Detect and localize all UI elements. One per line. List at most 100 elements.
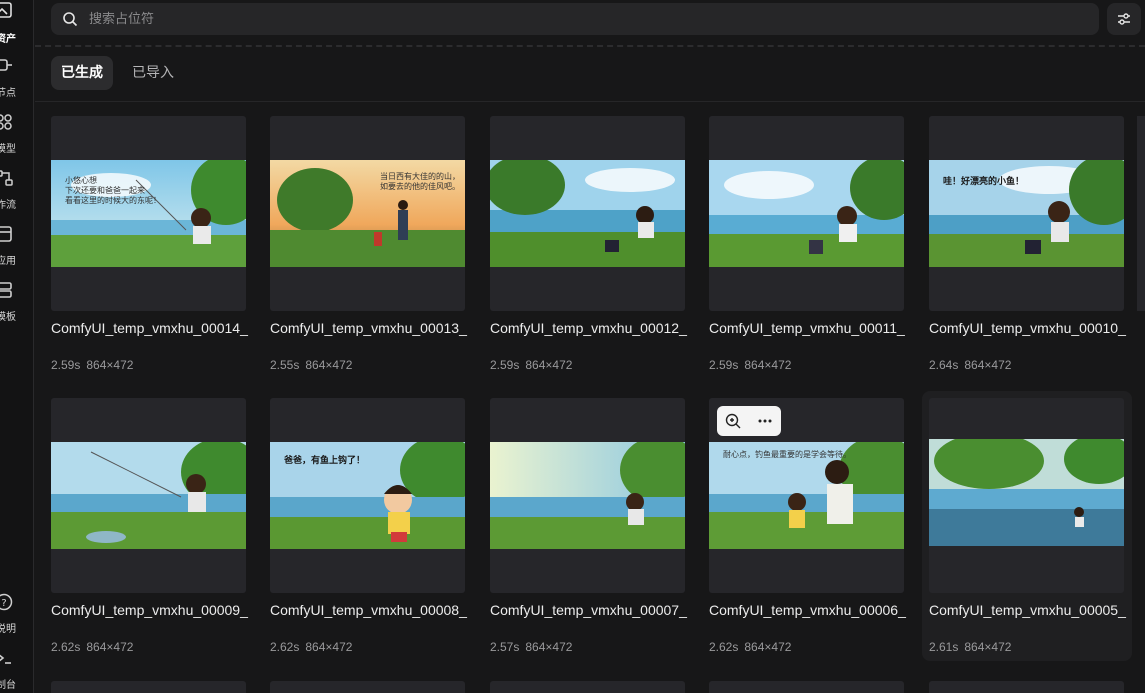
tab-generated[interactable]: 已生成 — [51, 56, 113, 90]
asset-duration: 2.64s — [929, 358, 959, 372]
asset-name: ComfyUI_temp_vmxhu_00013_ — [270, 320, 467, 336]
sidebar-item-assets[interactable]: 资产 — [0, 0, 33, 50]
zoom-in-icon[interactable] — [724, 412, 742, 430]
sidebar-item-models[interactable]: 模型 — [0, 112, 33, 162]
asset-dimensions: 864×472 — [525, 640, 573, 654]
asset-meta: 2.57s 864×472 — [490, 640, 572, 654]
search-icon — [63, 12, 78, 27]
asset-image — [929, 439, 1124, 546]
asset-duration: 2.59s — [490, 358, 520, 372]
asset-thumbnail[interactable] — [490, 116, 685, 311]
asset-meta: 2.62s 864×472 — [709, 640, 791, 654]
asset-thumbnail[interactable] — [270, 681, 465, 693]
sidebar-item-label: 模型 — [0, 144, 16, 155]
asset-thumbnail[interactable] — [51, 681, 246, 693]
asset-name: ComfyUI_temp_vmxhu_00009_ — [51, 602, 248, 618]
asset-thumbnail[interactable] — [929, 681, 1124, 693]
asset-image — [490, 442, 685, 549]
asset-image — [709, 160, 904, 267]
asset-thumbnail[interactable] — [490, 681, 685, 693]
asset-meta: 2.59s 864×472 — [709, 358, 791, 372]
asset-name: ComfyUI_temp_vmxhu_00012_ — [490, 320, 687, 336]
svg-text:?: ? — [1, 598, 6, 609]
sidebar-item-templates[interactable]: 模板 — [0, 280, 33, 330]
asset-name: ComfyUI_temp_vmxhu_00007_ — [490, 602, 687, 618]
asset-card[interactable]: ComfyUI_temp_vmxhu_00011_ 2.59s 864×472 — [709, 116, 917, 378]
asset-card[interactable]: ComfyUI_temp_vmxhu_00012_ 2.59s 864×472 — [490, 116, 698, 378]
asset-duration: 2.62s — [709, 640, 739, 654]
asset-name: ComfyUI_temp_vmxhu_00010_ — [929, 320, 1126, 336]
asset-thumbnail[interactable] — [490, 398, 685, 593]
asset-card[interactable]: ComfyUI_temp_vmxhu_00005_ 2.61s 864×472 — [922, 391, 1132, 661]
asset-name: ComfyUI_temp_vmxhu_00014_ — [51, 320, 248, 336]
left-sidebar: 资产 节点 模型 工作流 应用 模板 ? 说明 控制台 — [0, 0, 34, 693]
asset-card[interactable]: 小悠心想 下次还要和爸爸一起来 看看这里的时候大的东呢！ ComfyUI_tem… — [51, 116, 259, 378]
asset-meta: 2.62s 864×472 — [270, 640, 352, 654]
asset-card[interactable]: 耐心点，钓鱼最重要的是学会等待。 ComfyUI_temp_vmxhu_0000… — [709, 398, 917, 660]
asset-card[interactable]: 当日西有大佳的的山， 如要去的他的佳风吧。 ComfyUI_temp_vmxhu… — [270, 116, 478, 378]
asset-thumbnail[interactable]: 哇！好漂亮的小鱼！ — [929, 116, 1124, 311]
image-text: 耐心点，钓鱼最重要的是学会等待。 — [723, 450, 851, 459]
asset-dimensions: 864×472 — [744, 640, 792, 654]
asset-thumbnail[interactable] — [929, 398, 1124, 593]
more-options-icon[interactable] — [756, 412, 774, 430]
filter-button[interactable] — [1107, 3, 1141, 35]
help-icon: ? — [0, 593, 13, 611]
filter-settings-icon — [1118, 13, 1130, 25]
console-icon — [0, 654, 11, 664]
sidebar-item-label: 应用 — [0, 256, 16, 267]
asset-card[interactable]: ComfyUI_temp_vmxhu_00009_ 2.62s 864×472 — [51, 398, 259, 660]
workflow-icon — [0, 170, 13, 186]
asset-thumbnail[interactable] — [709, 681, 904, 693]
search-input[interactable] — [89, 3, 1079, 35]
asset-meta: 2.59s 864×472 — [490, 358, 572, 372]
sidebar-item-label: 节点 — [0, 88, 16, 99]
sidebar-item-console[interactable]: 控制台 — [0, 648, 33, 693]
sidebar-item-label: 说明 — [0, 624, 16, 635]
sidebar-item-label: 工作流 — [0, 200, 16, 211]
divider — [35, 45, 1145, 47]
asset-card[interactable]: 哇！好漂亮的小鱼！ ComfyUI_temp_vmxhu_00010_ 2.64… — [929, 116, 1137, 378]
asset-thumbnail[interactable]: 爸爸，有鱼上钩了！ — [270, 398, 465, 593]
asset-meta: 2.62s 864×472 — [51, 640, 133, 654]
asset-duration: 2.61s — [929, 640, 959, 654]
asset-card[interactable]: 爸爸，有鱼上钩了！ ComfyUI_temp_vmxhu_00008_ 2.62… — [270, 398, 478, 660]
asset-name: ComfyUI_temp_vmxhu_00008_ — [270, 602, 467, 618]
search-bar — [51, 3, 1099, 35]
sidebar-item-apps[interactable]: 应用 — [0, 224, 33, 274]
asset-name: ComfyUI_temp_vmxhu_00011_ — [709, 320, 905, 336]
asset-thumbnail[interactable] — [709, 116, 904, 311]
image-text: 当日西有大佳的的山， 如要去的他的佳风吧。 — [380, 172, 460, 191]
hover-toolbar — [717, 406, 781, 436]
sidebar-item-workflow[interactable]: 工作流 — [0, 168, 33, 218]
asset-duration: 2.62s — [51, 640, 81, 654]
asset-thumbnail[interactable]: 小悠心想 下次还要和爸爸一起来 看看这里的时候大的东呢！ — [51, 116, 246, 311]
asset-meta: 2.59s 864×472 — [51, 358, 133, 372]
sidebar-item-label: 资产 — [0, 34, 16, 45]
asset-dimensions: 864×472 — [964, 640, 1012, 654]
assets-icon — [0, 2, 12, 18]
model-icon — [0, 114, 12, 130]
sidebar-item-nodes[interactable]: 节点 — [0, 56, 33, 106]
asset-dimensions: 864×472 — [525, 358, 573, 372]
image-text: 小悠心想 下次还要和爸爸一起来 看看这里的时候大的东呢！ — [65, 176, 161, 205]
sidebar-item-help[interactable]: ? 说明 — [0, 592, 33, 642]
asset-name: ComfyUI_temp_vmxhu_00005_ — [929, 602, 1126, 618]
asset-dimensions: 864×472 — [305, 640, 353, 654]
asset-duration: 2.59s — [709, 358, 739, 372]
sidebar-item-label: 控制台 — [0, 680, 16, 691]
asset-thumbnail[interactable] — [51, 398, 246, 593]
asset-dimensions: 864×472 — [964, 358, 1012, 372]
asset-image — [490, 160, 685, 267]
asset-duration: 2.62s — [270, 640, 300, 654]
template-icon — [0, 282, 12, 298]
asset-thumbnail[interactable] — [1137, 116, 1145, 311]
asset-thumbnail[interactable]: 耐心点，钓鱼最重要的是学会等待。 — [709, 398, 904, 593]
asset-thumbnail[interactable]: 当日西有大佳的的山， 如要去的他的佳风吧。 — [270, 116, 465, 311]
asset-meta: 2.61s 864×472 — [929, 640, 1011, 654]
divider — [35, 101, 1145, 102]
node-icon — [0, 59, 12, 71]
tab-imported[interactable]: 已导入 — [122, 56, 184, 90]
asset-card[interactable]: ComfyUI_temp_vmxhu_00007_ 2.57s 864×472 — [490, 398, 698, 660]
asset-meta: 2.55s 864×472 — [270, 358, 352, 372]
